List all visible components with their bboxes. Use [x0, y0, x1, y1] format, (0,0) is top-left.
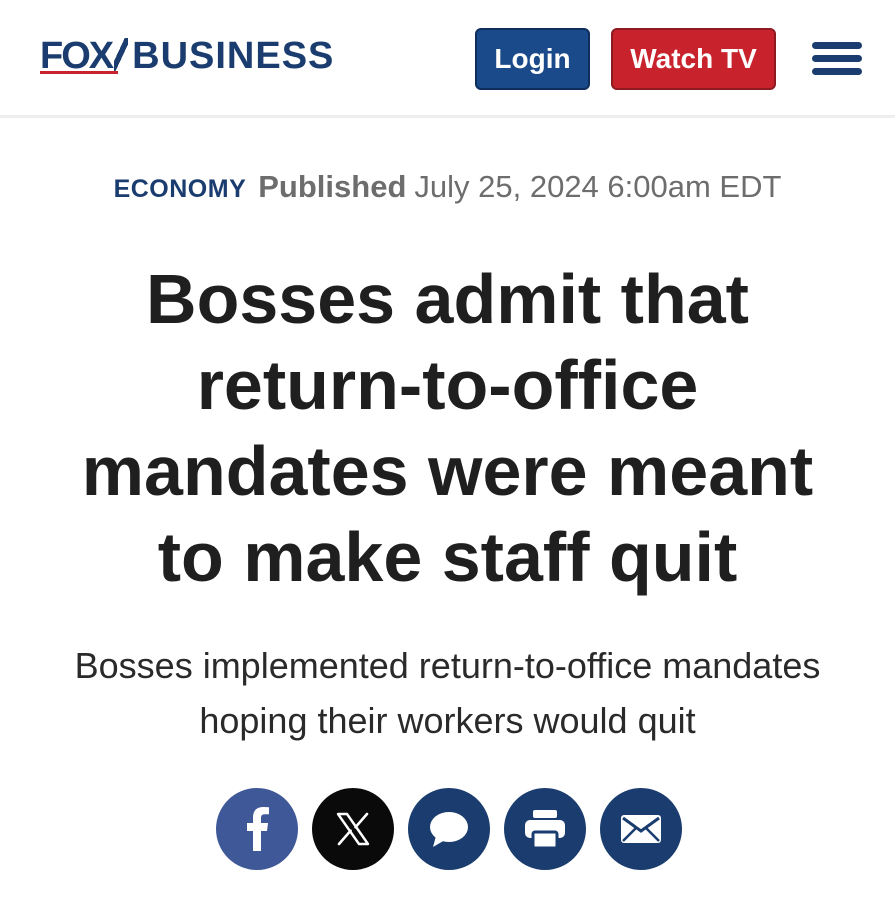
menu-bar: [812, 42, 862, 49]
site-header: FOX BUSINESS Login Watch TV: [0, 0, 895, 118]
email-icon: [621, 815, 661, 843]
article-subheadline: Bosses implemented return-to-office mand…: [74, 645, 821, 741]
menu-bar: [812, 68, 862, 75]
login-button[interactable]: Login: [475, 28, 590, 90]
share-bar: [216, 788, 682, 870]
x-icon: [336, 812, 370, 846]
logo-slash-mark: [114, 38, 129, 74]
article-meta: ECONOMY Published July 25, 2024 6:00am EDT: [0, 165, 895, 211]
logo-underline: [40, 71, 118, 74]
article-page: FOX BUSINESS Login Watch TV ECONOMY Publi…: [0, 0, 895, 900]
menu-bar: [812, 55, 862, 62]
published-label: Published: [258, 169, 407, 204]
print-icon: [525, 810, 565, 850]
facebook-share-button[interactable]: [216, 788, 298, 870]
fox-business-logo[interactable]: FOX BUSINESS: [40, 36, 334, 76]
comment-icon: [430, 812, 468, 847]
facebook-icon: [247, 807, 269, 851]
article-headline: Bosses admit that return-to-office manda…: [81, 260, 814, 596]
print-button[interactable]: [504, 788, 586, 870]
watch-tv-button[interactable]: Watch TV: [611, 28, 776, 90]
published-date: July 25, 2024 6:00am EDT: [414, 169, 782, 204]
email-share-button[interactable]: [600, 788, 682, 870]
logo-business-text: BUSINESS: [132, 35, 335, 77]
category-link[interactable]: ECONOMY: [114, 175, 247, 203]
logo-fox-text: FOX: [40, 35, 114, 77]
x-share-button[interactable]: [312, 788, 394, 870]
hamburger-menu-icon[interactable]: [812, 42, 862, 76]
comment-button[interactable]: [408, 788, 490, 870]
